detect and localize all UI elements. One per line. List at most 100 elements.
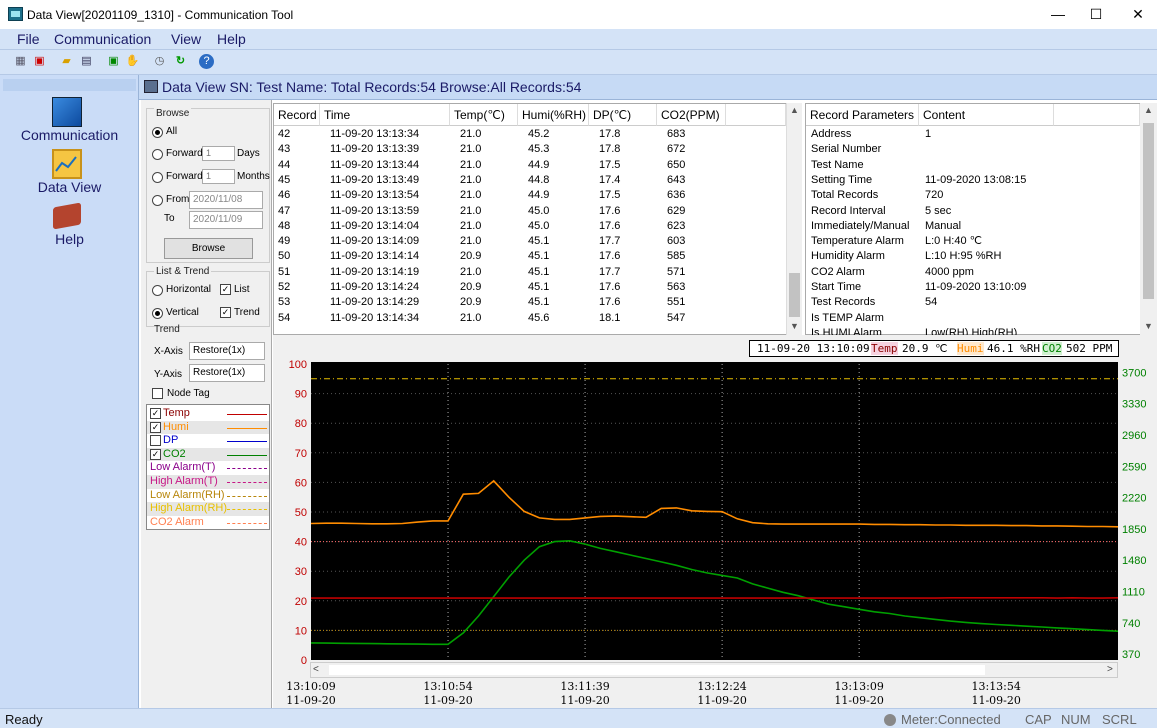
- radio-all-label: All: [166, 126, 178, 137]
- params-scroll-down-icon[interactable]: ▼: [1142, 321, 1155, 331]
- params-header-empty: [1054, 104, 1140, 126]
- params-value: [919, 311, 1054, 326]
- y-right-tick: 740: [1122, 618, 1140, 630]
- forward-months-input[interactable]: 1: [202, 169, 235, 184]
- readout-time: 11-09-20 13:10:09: [757, 342, 870, 355]
- legend-line-swatch: [227, 441, 267, 443]
- series-legend: ✓ Temp ✓ Humi DP ✓ CO2 Low Alarm(T) High Alarm(T…: [146, 404, 270, 530]
- close-button[interactable]: ✕: [1116, 0, 1157, 29]
- legend-line-swatch: [227, 495, 267, 497]
- params-name: Total Records: [811, 189, 879, 202]
- maximize-button[interactable]: ☐: [1074, 0, 1118, 29]
- legend-row-co2-alarm[interactable]: CO2 Alarm: [147, 516, 269, 530]
- forward-days-input[interactable]: 1: [202, 146, 235, 161]
- x-tick-date: 11-09-20: [834, 694, 883, 707]
- table-cell: 21.0: [460, 204, 482, 217]
- radio-from[interactable]: [152, 195, 163, 206]
- legend-checkbox[interactable]: ✓: [150, 408, 161, 419]
- y-left-tick: 80: [295, 418, 307, 430]
- chart-hscroll-thumb[interactable]: [329, 665, 985, 675]
- toolbar: ▦ ▣ ▰ ▤ ▣ ✋ ◷ ↻ ?: [0, 50, 1157, 75]
- legend-row-high-alarm-t-[interactable]: High Alarm(T): [147, 475, 269, 489]
- params-header-0[interactable]: Record Parameters: [806, 104, 919, 126]
- table-cell: 17.8: [599, 128, 621, 140]
- table-cell: 11-09-20 13:13:44: [330, 158, 420, 171]
- table-cell: 21.0: [460, 311, 482, 324]
- refresh-icon[interactable]: ↻: [172, 53, 189, 70]
- params-header-1[interactable]: Content: [919, 104, 1054, 126]
- radio-forward-months[interactable]: [152, 172, 163, 183]
- table-scroll-thumb[interactable]: [789, 273, 800, 317]
- legend-row-co2[interactable]: ✓ CO2: [147, 447, 269, 462]
- title-bar: Data View[20201109_1310] - Communication…: [0, 0, 1157, 29]
- grid-icon[interactable]: ▦: [12, 53, 29, 70]
- save-icon[interactable]: ▤: [78, 53, 95, 70]
- chart-hscrollbar[interactable]: < >: [310, 662, 1118, 678]
- radio-vertical[interactable]: [152, 308, 163, 319]
- legend-line-swatch: [227, 454, 267, 456]
- open-icon[interactable]: ▰: [58, 53, 75, 70]
- table-cell: 45.1: [528, 265, 550, 278]
- menu-file[interactable]: File: [17, 31, 40, 47]
- x-axis-select[interactable]: Restore(1x): [189, 342, 265, 360]
- legend-row-low-alarm-t-[interactable]: Low Alarm(T): [147, 461, 269, 475]
- browse-button[interactable]: Browse: [164, 238, 253, 259]
- nav-communication[interactable]: Communication: [0, 127, 139, 143]
- radio-forward-days[interactable]: [152, 149, 163, 160]
- legend-row-dp[interactable]: DP: [147, 434, 269, 448]
- help-icon[interactable]: ?: [199, 54, 214, 69]
- legend-checkbox[interactable]: ✓: [150, 421, 161, 433]
- export-icon[interactable]: ▣: [105, 53, 122, 70]
- scroll-left-icon[interactable]: <: [313, 664, 319, 675]
- scroll-right-icon[interactable]: >: [1107, 664, 1113, 675]
- params-scroll-up-icon[interactable]: ▲: [1142, 105, 1155, 115]
- params-value: [919, 158, 1054, 173]
- table-cell: 17.4: [599, 173, 621, 186]
- delete-icon[interactable]: ▣: [31, 53, 48, 70]
- chart-icon[interactable]: [52, 149, 82, 179]
- to-date-picker[interactable]: 2020/11/09: [189, 211, 263, 229]
- table-header-4[interactable]: DP(℃): [589, 104, 657, 126]
- params-scroll-thumb[interactable]: [1143, 123, 1154, 299]
- params-value: 11-09-2020 13:10:09: [925, 281, 1027, 293]
- menu-communication[interactable]: Communication: [54, 31, 151, 47]
- table-cell: 650: [667, 158, 686, 171]
- table-cell: 672: [667, 143, 686, 156]
- table-scrollbar[interactable]: ▲ ▼: [786, 103, 802, 335]
- legend-row-humi[interactable]: ✓ Humi: [147, 420, 269, 435]
- computer-icon[interactable]: [52, 97, 82, 127]
- table-header-5[interactable]: CO2(PPM): [657, 104, 726, 126]
- scroll-down-icon[interactable]: ▼: [788, 321, 801, 331]
- list-checkbox[interactable]: ✓: [220, 284, 231, 295]
- legend-row-temp[interactable]: ✓ Temp: [147, 407, 269, 421]
- list-label: List: [234, 284, 250, 295]
- legend-checkbox[interactable]: [150, 435, 161, 447]
- trend-checkbox[interactable]: ✓: [220, 307, 231, 318]
- table-cell: 50: [278, 250, 291, 263]
- menu-view[interactable]: View: [171, 31, 201, 47]
- node-tag-checkbox[interactable]: [152, 388, 163, 399]
- table-header-3[interactable]: Humi(%RH): [518, 104, 589, 126]
- from-label: From: [166, 194, 190, 205]
- table-header-0[interactable]: Record: [274, 104, 320, 126]
- legend-row-high-alarm-rh-[interactable]: High Alarm(RH): [147, 502, 269, 516]
- params-scrollbar[interactable]: ▲ ▼: [1140, 103, 1157, 335]
- table-header-1[interactable]: Time: [320, 104, 450, 126]
- readout-co2-value: 502 PPM: [1066, 342, 1113, 355]
- radio-horizontal[interactable]: [152, 285, 163, 296]
- nav-data-view[interactable]: Data View: [0, 179, 139, 195]
- vertical-label: Vertical: [166, 307, 199, 318]
- menu-help[interactable]: Help: [217, 31, 246, 47]
- params-name: Setting Time: [811, 173, 873, 186]
- from-date-picker[interactable]: 2020/11/08: [189, 191, 263, 209]
- legend-row-low-alarm-rh-[interactable]: Low Alarm(RH): [147, 489, 269, 503]
- hand-icon[interactable]: ✋: [124, 53, 141, 70]
- table-header-2[interactable]: Temp(℃): [450, 104, 518, 126]
- legend-checkbox[interactable]: ✓: [150, 448, 161, 460]
- y-axis-select[interactable]: Restore(1x): [189, 364, 265, 382]
- y-right-tick: 1110: [1122, 586, 1145, 598]
- scroll-up-icon[interactable]: ▲: [788, 105, 801, 115]
- radio-all[interactable]: [152, 127, 163, 138]
- clock-icon[interactable]: ◷: [151, 53, 168, 70]
- nav-help[interactable]: Help: [0, 231, 139, 247]
